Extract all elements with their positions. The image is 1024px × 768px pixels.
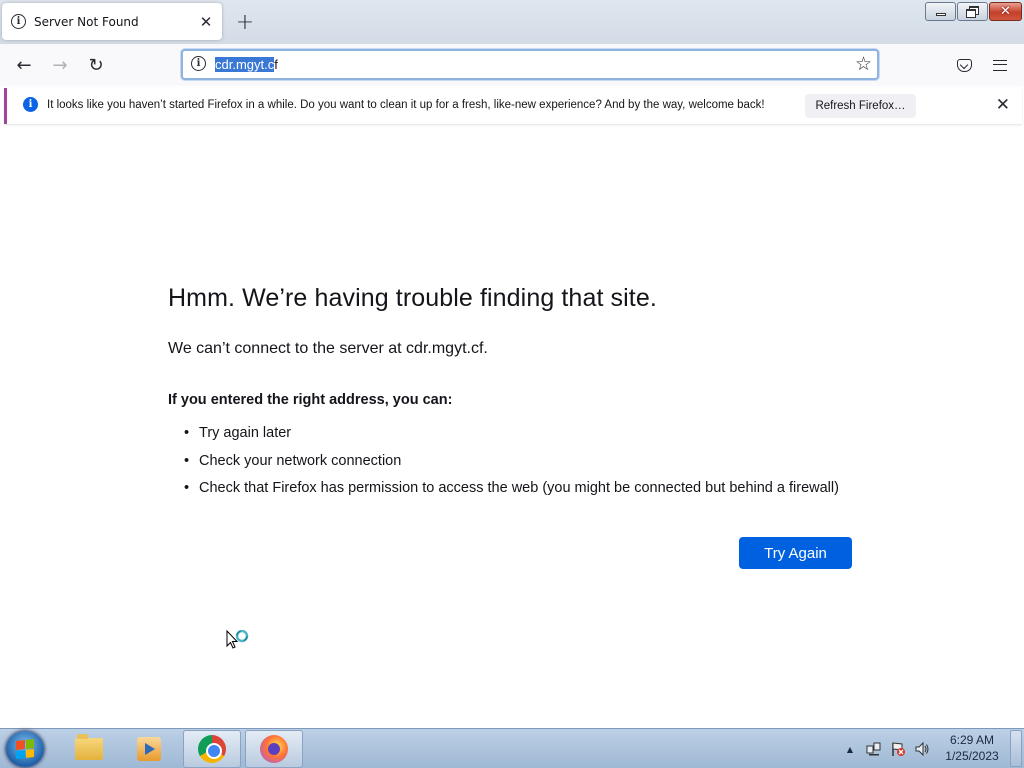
url-rest-text: f (274, 57, 278, 72)
menu-button[interactable] (987, 52, 1013, 78)
window-close-button[interactable]: ✕ (989, 2, 1022, 21)
notification-message: It looks like you haven’t started Firefo… (47, 99, 765, 111)
site-info-icon[interactable]: i (191, 56, 206, 71)
taskbar-clock[interactable]: 6:29 AM 1/25/2023 (938, 732, 1006, 764)
new-tab-button[interactable]: + (233, 10, 257, 35)
close-icon: ✕ (1000, 4, 1011, 19)
restore-icon (966, 6, 979, 18)
suggestion-list: Try again later Check your network conne… (184, 425, 839, 508)
network-icon[interactable] (864, 729, 884, 768)
action-center-flag-icon[interactable] (888, 729, 908, 768)
start-button[interactable] (6, 731, 44, 767)
tab-server-not-found[interactable]: i Server Not Found ✕ (2, 3, 222, 40)
try-again-button[interactable]: Try Again (739, 537, 852, 569)
restore-button[interactable] (957, 2, 988, 21)
tray-overflow-icon[interactable]: ▲ (843, 729, 857, 768)
volume-icon[interactable] (912, 729, 932, 768)
taskbar-media-player[interactable] (120, 730, 178, 768)
clock-date: 1/25/2023 (945, 749, 999, 763)
tab-close-icon[interactable]: ✕ (196, 12, 216, 32)
taskbar-firefox[interactable] (245, 730, 303, 768)
bookmark-star-icon[interactable]: ☆ (855, 53, 872, 75)
file-explorer-icon (75, 734, 103, 760)
url-selected-text: cdr.mgyt.c (215, 57, 275, 72)
minimize-button[interactable] (925, 2, 956, 21)
show-desktop-button[interactable] (1010, 730, 1022, 767)
info-icon: i (23, 97, 38, 112)
error-title: Hmm. We’re having trouble finding that s… (168, 284, 657, 312)
busy-cursor-icon (226, 630, 249, 649)
back-button[interactable]: ← (10, 52, 38, 78)
reload-button[interactable]: ↻ (82, 52, 110, 78)
taskbar-chrome[interactable] (183, 730, 241, 768)
suggestion-item: Try again later (184, 425, 839, 453)
error-short-description: We can’t connect to the server at cdr.mg… (168, 340, 488, 357)
minimize-icon (935, 13, 946, 16)
error-page: Hmm. We’re having trouble finding that s… (0, 128, 1024, 728)
refresh-firefox-button[interactable]: Refresh Firefox… (805, 94, 916, 118)
chrome-icon (198, 735, 226, 763)
pocket-icon (956, 58, 972, 72)
notification-close-icon[interactable]: ✕ (996, 95, 1010, 115)
tab-strip: i Server Not Found ✕ + ✕ (0, 0, 1024, 44)
pocket-button[interactable] (951, 52, 977, 78)
tab-title: Server Not Found (34, 14, 139, 29)
windows-logo-icon (16, 739, 34, 759)
navigation-toolbar: ← → ↻ i cdr.mgyt.cf ☆ (0, 44, 1024, 86)
notification-bar: i It looks like you haven’t started Fire… (4, 88, 1022, 124)
taskbar: ▲ 6:29 AM 1/25/2023 (0, 728, 1024, 768)
suggestion-item: Check your network connection (184, 453, 839, 481)
info-icon: i (11, 14, 26, 29)
hamburger-menu-icon (993, 59, 1007, 71)
media-player-icon (137, 737, 161, 761)
firefox-icon (260, 735, 288, 763)
url-bar[interactable]: i cdr.mgyt.cf ☆ (181, 49, 879, 80)
url-input[interactable]: cdr.mgyt.cf (215, 57, 278, 72)
taskbar-file-explorer[interactable] (60, 730, 118, 768)
forward-button[interactable]: → (46, 52, 74, 78)
clock-time: 6:29 AM (949, 733, 995, 747)
suggestion-header: If you entered the right address, you ca… (168, 392, 453, 408)
suggestion-item: Check that Firefox has permission to acc… (184, 480, 839, 508)
